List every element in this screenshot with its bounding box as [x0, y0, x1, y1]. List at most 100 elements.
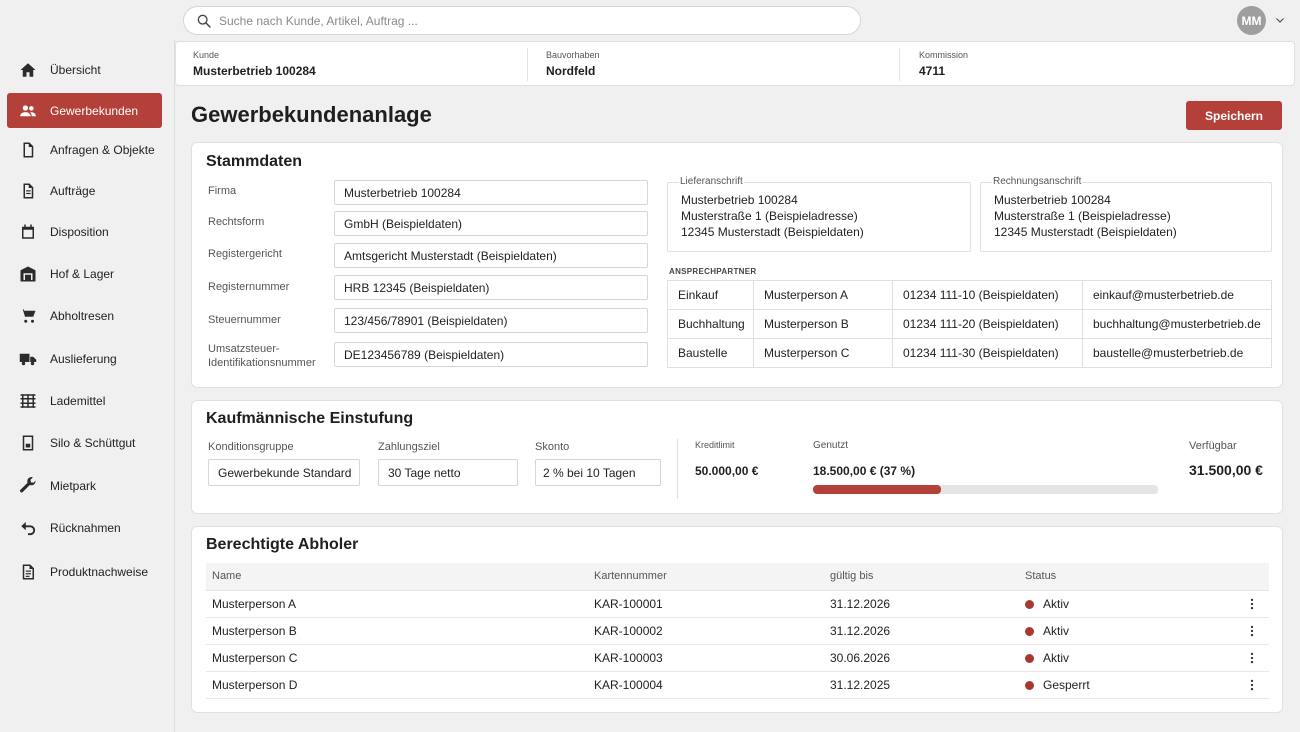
context-kunde-label: Kunde	[193, 50, 220, 60]
status-badge: Aktiv	[1019, 617, 1239, 645]
table-row[interactable]: Baustelle Musterperson C 01234 111-30 (B…	[667, 338, 1272, 368]
rechtsform-field[interactable]	[334, 211, 648, 236]
sidebar-item-anfragen-objekte[interactable]: Anfragen & Objekte	[7, 132, 162, 167]
sidebar-item-gewerbekunden[interactable]: Gewerbekunden	[7, 93, 162, 128]
sidebar-item-uebersicht[interactable]: Übersicht	[7, 52, 162, 87]
registergericht-field[interactable]	[334, 243, 648, 268]
page-title: Gewerbekundenanlage	[191, 102, 432, 127]
ust-id-field[interactable]	[334, 342, 648, 367]
sidebar-item-disposition[interactable]: Disposition	[7, 214, 162, 249]
ansprechpartner-title: ANSPRECHPARTNER	[669, 267, 757, 276]
sidebar-divider	[174, 40, 175, 732]
ap-bereich: Baustelle	[667, 338, 754, 368]
sidebar-item-label: Mietpark	[50, 478, 97, 493]
verfuegbar-label: Verfügbar	[1189, 440, 1237, 452]
abholer-name: Musterperson C	[206, 644, 588, 672]
rechtsform-label: Rechtsform	[208, 216, 265, 228]
more-vertical-icon[interactable]	[1245, 651, 1259, 665]
genutzt-label: Genutzt	[813, 440, 849, 451]
lieferanschrift-line: Musterstraße 1 (Beispieladresse)	[681, 209, 858, 223]
table-row[interactable]: Musterperson A KAR-100001 31.12.2026 Akt…	[206, 590, 1269, 618]
sidebar-item-auftraege[interactable]: Aufträge	[7, 173, 162, 208]
search-icon	[197, 14, 211, 28]
search-bar[interactable]	[183, 6, 861, 35]
column-header-name[interactable]: Name	[206, 563, 588, 591]
ap-email[interactable]: einkauf@musterbetrieb.de	[1082, 280, 1272, 310]
lieferanschrift-label: Lieferanschrift	[679, 176, 744, 187]
sidebar-item-hof-lager[interactable]: Hof & Lager	[7, 256, 162, 291]
context-bar: Kunde Musterbetrieb 100284 Bauvorhaben N…	[175, 41, 1295, 86]
steuernummer-field[interactable]	[334, 308, 648, 333]
abholer-name: Musterperson B	[206, 617, 588, 645]
return-arrow-icon	[18, 518, 38, 538]
lieferanschrift-box[interactable]: Lieferanschrift Musterbetrieb 100284 Mus…	[667, 176, 971, 252]
skonto-field[interactable]	[535, 459, 661, 486]
more-vertical-icon[interactable]	[1245, 597, 1259, 611]
abholer-karte: KAR-100002	[588, 617, 824, 645]
sidebar-item-label: Gewerbekunden	[50, 103, 139, 118]
table-row[interactable]: Musterperson B KAR-100002 31.12.2026 Akt…	[206, 617, 1269, 645]
abholer-karte: KAR-100003	[588, 644, 824, 672]
status-dot-icon	[1025, 599, 1034, 609]
ap-email[interactable]: baustelle@musterbetrieb.de	[1082, 338, 1272, 368]
sidebar-item-silo-schuettgut[interactable]: Silo & Schüttgut	[7, 425, 162, 460]
firma-field[interactable]	[334, 180, 648, 205]
konditionsgruppe-label: Konditionsgruppe	[208, 441, 294, 453]
abholer-name: Musterperson D	[206, 671, 588, 699]
document-icon	[18, 140, 38, 160]
home-icon	[18, 60, 38, 80]
registernummer-field[interactable]	[334, 275, 648, 300]
rechnungsanschrift-line: 12345 Musterstadt (Beispieldaten)	[994, 225, 1177, 239]
ap-email[interactable]: buchhaltung@musterbetrieb.de	[1082, 309, 1272, 339]
sidebar-item-produktnachweise[interactable]: Produktnachweise	[7, 554, 162, 589]
more-vertical-icon[interactable]	[1245, 678, 1259, 692]
context-divider	[899, 48, 900, 81]
column-header-status[interactable]: Status	[1019, 563, 1239, 591]
abholer-title: Berechtigte Abholer	[206, 536, 359, 553]
sidebar-item-label: Hof & Lager	[50, 266, 115, 281]
context-bauvorhaben-label: Bauvorhaben	[546, 50, 600, 60]
save-button[interactable]: Speichern	[1186, 101, 1282, 130]
search-input[interactable]	[219, 13, 819, 28]
ap-telefon: 01234 111-10 (Beispieldaten)	[892, 280, 1083, 310]
abholer-gueltig: 30.06.2026	[824, 644, 1019, 672]
abholer-card: Berechtigte Abholer Name Kartennummer gü…	[191, 526, 1283, 713]
abholer-gueltig: 31.12.2026	[824, 590, 1019, 618]
konditionsgruppe-field[interactable]	[208, 459, 360, 486]
rechnungsanschrift-line: Musterbetrieb 100284	[994, 193, 1111, 207]
sidebar-item-label: Aufträge	[50, 183, 96, 198]
chevron-down-icon[interactable]	[1274, 14, 1286, 26]
ap-bereich: Buchhaltung	[667, 309, 754, 339]
status-dot-icon	[1025, 680, 1034, 690]
ap-name: Musterperson C	[753, 338, 893, 368]
table-row[interactable]: Musterperson C KAR-100003 30.06.2026 Akt…	[206, 644, 1269, 672]
wrench-icon	[18, 476, 38, 496]
status-badge: Gesperrt	[1019, 671, 1239, 699]
sidebar-item-mietpark[interactable]: Mietpark	[7, 468, 162, 503]
rechnungsanschrift-box[interactable]: Rechnungsanschrift Musterbetrieb 100284 …	[980, 176, 1272, 252]
sidebar-item-abholtresen[interactable]: Abholtresen	[7, 298, 162, 333]
row-actions	[1239, 617, 1269, 645]
kredit-progress-fill	[813, 485, 941, 494]
avatar[interactable]: MM	[1237, 6, 1266, 35]
genutzt-value: 18.500,00 € (37 %)	[813, 464, 916, 478]
ap-name: Musterperson A	[753, 280, 893, 310]
firma-label: Firma	[208, 185, 237, 197]
warehouse-icon	[18, 264, 38, 284]
column-header-gueltig-bis[interactable]: gültig bis	[824, 563, 1019, 591]
table-row[interactable]: Buchhaltung Musterperson B 01234 111-20 …	[667, 309, 1272, 339]
abholer-gueltig: 31.12.2026	[824, 617, 1019, 645]
sidebar-item-label: Produktnachweise	[50, 564, 149, 579]
sidebar-item-ruecknahmen[interactable]: Rücknahmen	[7, 510, 162, 545]
status-dot-icon	[1025, 626, 1034, 636]
table-row[interactable]: Musterperson D KAR-100004 31.12.2025 Ges…	[206, 671, 1269, 699]
users-icon	[18, 101, 38, 121]
more-vertical-icon[interactable]	[1245, 624, 1259, 638]
column-header-kartennummer[interactable]: Kartennummer	[588, 563, 824, 591]
table-row[interactable]: Einkauf Musterperson A 01234 111-10 (Bei…	[667, 280, 1272, 310]
zahlungsziel-field[interactable]	[378, 459, 518, 486]
ap-name: Musterperson B	[753, 309, 893, 339]
sidebar-item-auslieferung[interactable]: Auslieferung	[7, 341, 162, 376]
table-header-row: Name Kartennummer gültig bis Status	[206, 563, 1269, 591]
sidebar-item-lademittel[interactable]: Lademittel	[7, 383, 162, 418]
